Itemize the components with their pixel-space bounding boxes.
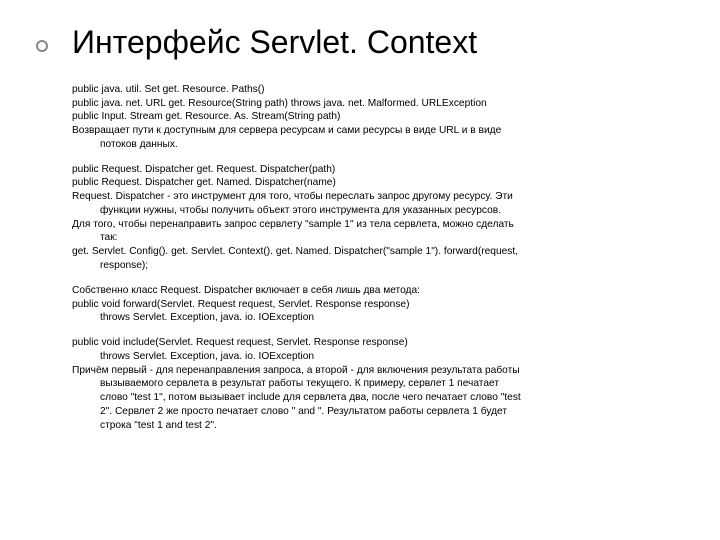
paragraph-4: public void include(Servlet. Request req… bbox=[72, 336, 680, 432]
slide: Интерфейс Servlet. Context public java. … bbox=[0, 0, 720, 540]
text-line-indent: функции нужны, чтобы получить объект это… bbox=[72, 204, 680, 218]
text-line-indent: throws Servlet. Exception, java. io. IOE… bbox=[72, 311, 680, 325]
text-line-indent: response); bbox=[72, 259, 680, 273]
slide-title: Интерфейс Servlet. Context bbox=[72, 24, 680, 61]
text-line-indent: throws Servlet. Exception, java. io. IOE… bbox=[72, 350, 680, 364]
text-line: public java. net. URL get. Resource(Stri… bbox=[72, 97, 680, 111]
title-bullet-ring bbox=[36, 40, 48, 52]
text-line: public Request. Dispatcher get. Request.… bbox=[72, 163, 680, 177]
paragraph-3: Собственно класс Request. Dispatcher вкл… bbox=[72, 284, 680, 325]
paragraph-2: public Request. Dispatcher get. Request.… bbox=[72, 163, 680, 273]
text-line: public Request. Dispatcher get. Named. D… bbox=[72, 176, 680, 190]
text-line-indent: 2". Сервлет 2 же просто печатает слово "… bbox=[72, 405, 680, 419]
text-line: get. Servlet. Config(). get. Servlet. Co… bbox=[72, 245, 680, 259]
text-line: public Input. Stream get. Resource. As. … bbox=[72, 110, 680, 124]
text-line-indent: строка "test 1 and test 2". bbox=[72, 419, 680, 433]
slide-body: public java. util. Set get. Resource. Pa… bbox=[72, 83, 680, 433]
text-line-indent: вызываемого сервлета в результат работы … bbox=[72, 377, 680, 391]
text-line: public void include(Servlet. Request req… bbox=[72, 336, 680, 350]
text-line: public void forward(Servlet. Request req… bbox=[72, 298, 680, 312]
text-line-indent: слово "test 1", потом вызывает include д… bbox=[72, 391, 680, 405]
text-line-indent: так: bbox=[72, 231, 680, 245]
text-line: Причём первый - для перенаправления запр… bbox=[72, 364, 680, 378]
text-line: Request. Dispatcher - это инструмент для… bbox=[72, 190, 680, 204]
text-line: Для того, чтобы перенаправить запрос сер… bbox=[72, 218, 680, 232]
text-line: Возвращает пути к доступным для сервера … bbox=[72, 124, 680, 138]
text-line: Собственно класс Request. Dispatcher вкл… bbox=[72, 284, 680, 298]
text-line: public java. util. Set get. Resource. Pa… bbox=[72, 83, 680, 97]
paragraph-1: public java. util. Set get. Resource. Pa… bbox=[72, 83, 680, 152]
text-line-indent: потоков данных. bbox=[72, 138, 680, 152]
